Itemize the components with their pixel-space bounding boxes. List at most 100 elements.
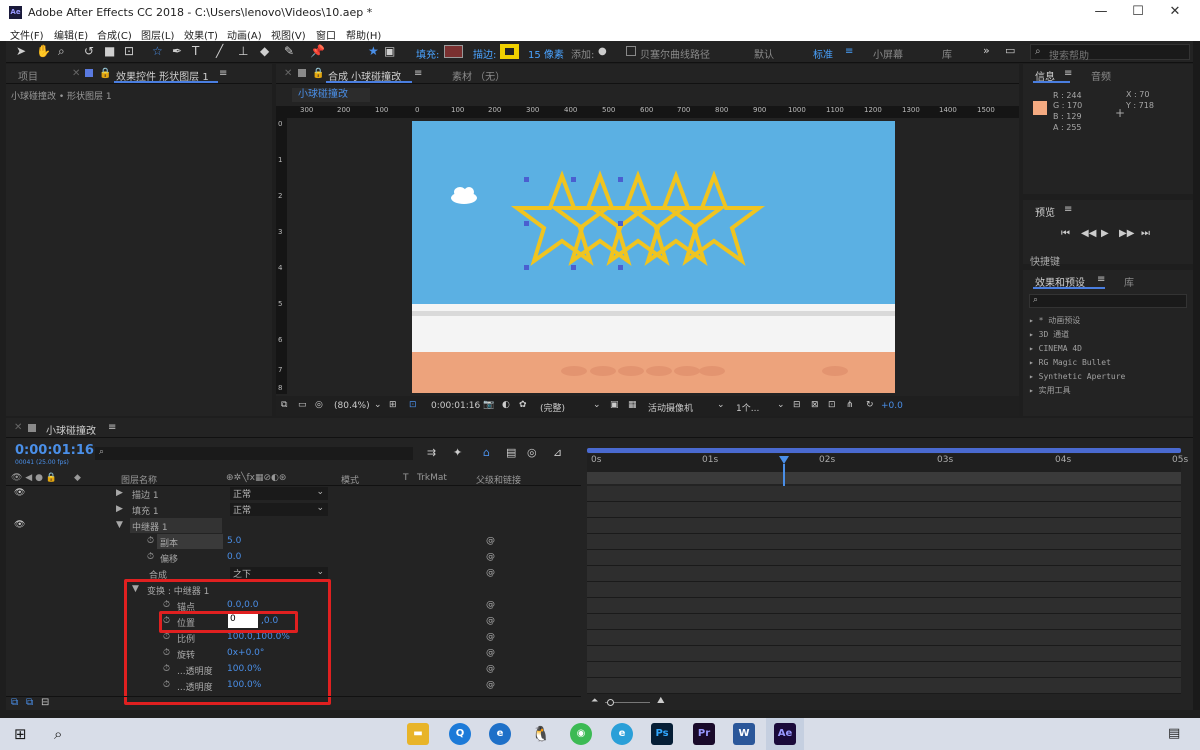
tab-library[interactable]: 库	[1124, 274, 1134, 289]
effects-item[interactable]: ▸ * 动画预设	[1029, 314, 1125, 328]
layer-switches-icon[interactable]: ⧉	[11, 697, 18, 708]
tab-project[interactable]: 项目	[18, 68, 38, 83]
pickwhip-icon[interactable]: @	[486, 600, 495, 610]
star-shape-icon[interactable]: ★	[368, 44, 379, 58]
property-row[interactable]: ▶ 描边 1 正常 ⌄ 👁	[6, 486, 581, 502]
rotate-tool-icon[interactable]: ↺	[84, 44, 94, 58]
stopwatch-icon[interactable]: ⏱	[147, 536, 154, 546]
workspace-default[interactable]: 默认	[754, 46, 774, 61]
mask-icon[interactable]: ◎	[315, 400, 323, 410]
preview-menu-icon[interactable]: ≡	[1064, 204, 1072, 215]
column-t[interactable]: T	[403, 473, 409, 483]
track-row[interactable]	[587, 614, 1181, 630]
bezier-checkbox[interactable]	[626, 46, 636, 56]
chrome-icon[interactable]: ◉	[570, 723, 592, 745]
close-button[interactable]: ✕	[1160, 3, 1190, 23]
playhead-handle[interactable]	[779, 456, 789, 464]
workspace-library[interactable]: 库	[942, 46, 952, 61]
info-menu-icon[interactable]: ≡	[1064, 68, 1072, 79]
time-navigator[interactable]	[587, 472, 1181, 484]
brush-tool-icon[interactable]: ╱	[216, 44, 223, 58]
track-row[interactable]	[587, 566, 1181, 582]
next-frame-icon[interactable]: ▶▶	[1119, 228, 1134, 239]
first-frame-icon[interactable]: ⏮	[1061, 228, 1070, 239]
qq-icon[interactable]: 🐧	[530, 723, 552, 745]
pickwhip-icon[interactable]: @	[486, 552, 495, 562]
preview-title[interactable]: 预览	[1035, 204, 1055, 219]
pickwhip-icon[interactable]: @	[486, 536, 495, 546]
scrollbar[interactable]	[1193, 41, 1200, 710]
track-row[interactable]	[587, 598, 1181, 614]
track-row[interactable]	[587, 534, 1181, 550]
time-ruler[interactable]: 0s 01s 02s 03s 04s 05s	[587, 454, 1188, 472]
work-area-bar[interactable]	[587, 448, 1181, 453]
stroke-swatch[interactable]	[500, 44, 519, 59]
search-icon[interactable]: ⌕	[54, 725, 62, 743]
graph-editor-icon[interactable]: ⊿	[553, 446, 562, 459]
pickwhip-icon[interactable]: @	[486, 568, 495, 578]
track-row[interactable]	[587, 646, 1181, 662]
monitor-icon[interactable]: ▭	[298, 400, 307, 410]
exposure-value[interactable]: +0.0	[881, 401, 903, 411]
grid-icon[interactable]: ⊞	[389, 400, 397, 410]
toggle-pixel-icon[interactable]: ⊟	[793, 400, 801, 410]
puppet-pin-tool-icon[interactable]: 📌	[310, 44, 325, 58]
stroke-width-value[interactable]: 15 像素	[528, 46, 564, 61]
more-workspaces-icon[interactable]: »	[983, 44, 990, 57]
after-effects-icon[interactable]: Ae	[774, 723, 796, 745]
comp-close-icon[interactable]: ✕	[284, 68, 292, 79]
timeline-tab[interactable]: 小球碰撞改	[46, 422, 96, 437]
snapshot-icon[interactable]: 📷	[483, 400, 494, 410]
timeline-icon[interactable]: ⊡	[828, 400, 836, 410]
track-row[interactable]	[587, 582, 1181, 598]
composition-canvas[interactable]	[412, 121, 895, 393]
pen-tool-icon[interactable]: ✒	[172, 44, 182, 58]
effects-item[interactable]: ▸ Synthetic Aperture	[1029, 370, 1125, 384]
eye-icon[interactable]: 👁	[14, 488, 25, 498]
mode-dropdown[interactable]: 正常 ⌄	[230, 503, 328, 516]
tab-footage[interactable]: 素材 （无）	[452, 68, 505, 83]
track-row[interactable]	[587, 502, 1181, 518]
qq-browser-icon[interactable]: Q	[449, 723, 471, 745]
notifications-icon[interactable]: ▤	[1168, 726, 1180, 741]
track-row[interactable]	[587, 662, 1181, 678]
pickwhip-icon[interactable]: @	[486, 664, 495, 674]
hand-tool-icon[interactable]: ✋	[36, 44, 51, 58]
lock-icon[interactable]: 🔒	[99, 68, 111, 79]
column-parent[interactable]: 父级和链接	[476, 473, 521, 486]
menu-file[interactable]: 文件(F)	[10, 27, 44, 42]
draft-3d-icon[interactable]: ✦	[453, 446, 462, 459]
fast-preview-icon[interactable]: ⊠	[811, 400, 819, 410]
play-icon[interactable]: ▶	[1101, 228, 1109, 239]
search-toggle-icon[interactable]: ▭	[1005, 44, 1015, 57]
effects-item[interactable]: ▸ 实用工具	[1029, 384, 1125, 398]
pickwhip-icon[interactable]: @	[486, 648, 495, 658]
region-icon[interactable]: ⊡	[409, 400, 417, 410]
text-tool-icon[interactable]: T	[192, 44, 199, 58]
zoom-slider-knob[interactable]	[607, 699, 614, 706]
transfer-controls-icon[interactable]: ⧉	[26, 697, 33, 708]
prev-frame-icon[interactable]: ◀◀	[1081, 228, 1096, 239]
track-row[interactable]	[587, 486, 1181, 502]
clone-stamp-tool-icon[interactable]: ⊥	[238, 44, 248, 58]
add-icon[interactable]: ●	[598, 46, 607, 57]
column-mode[interactable]: 模式	[341, 473, 359, 486]
composition-mini-flowchart-icon[interactable]: ⇉	[427, 446, 436, 459]
zoom-dropdown[interactable]: (80.4%)	[334, 401, 370, 411]
eraser-tool-icon[interactable]: ◆	[260, 44, 269, 58]
maximize-button[interactable]: ☐	[1123, 3, 1153, 23]
always-preview-icon[interactable]: ⧉	[281, 400, 287, 410]
track-row[interactable]	[587, 550, 1181, 566]
last-frame-icon[interactable]: ⏭	[1141, 228, 1150, 239]
zoom-tool-icon[interactable]: ⌕	[58, 44, 65, 59]
current-time[interactable]: 0:00:01:16	[431, 401, 480, 411]
column-trkmat[interactable]: TrkMat	[417, 473, 447, 483]
pan-behind-tool-icon[interactable]: ⊡	[124, 44, 134, 58]
camera-tool-icon[interactable]: ■	[104, 44, 115, 58]
row-value[interactable]: 5.0	[227, 536, 241, 546]
menu-composition[interactable]: 合成(C)	[97, 27, 132, 42]
effects-item[interactable]: ▸ CINEMA 4D	[1029, 342, 1125, 356]
shy-layers-icon[interactable]: ⌂	[483, 446, 490, 459]
timeline-menu-icon[interactable]: ≡	[108, 422, 116, 433]
tab-close-icon[interactable]: ✕	[72, 68, 80, 79]
